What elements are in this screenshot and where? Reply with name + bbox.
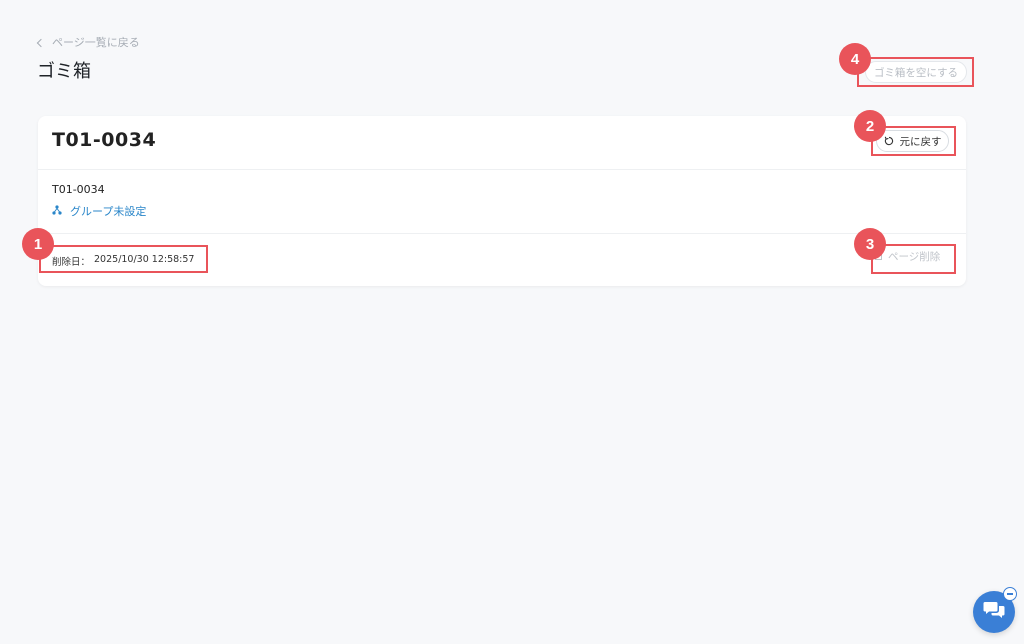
minus-icon [1007,593,1013,595]
page-title: ゴミ箱 [37,61,91,82]
annotation-badge-1: 1 [22,228,54,260]
annotation-badge-4: 4 [839,43,871,75]
card-title: T01-0034 [52,129,157,151]
divider [38,233,966,234]
empty-trash-button[interactable]: ゴミ箱を空にする [865,61,967,83]
restore-button[interactable]: 元に戻す [876,130,949,152]
group-icon [52,204,62,218]
restore-icon [884,136,894,146]
deleted-date: 削除日： 2025/10/30 12:58:57 [52,254,194,268]
group-link[interactable]: グループ未設定 [52,203,146,219]
delete-page-label: ページ削除 [888,251,941,263]
back-to-page-list-link[interactable]: ページ一覧に戻る [36,34,140,50]
trash-page: ページ一覧に戻る ゴミ箱 ゴミ箱を空にする T01-0034 T01-0034 … [0,0,1024,644]
trash-item-card: T01-0034 T01-0034 グループ未設定 削除日： 2025/10/3… [38,116,966,286]
chat-bubbles-icon [983,600,1005,624]
chevron-left-icon [36,38,46,47]
card-subtitle: T01-0034 [52,183,105,196]
back-link-label: ページ一覧に戻る [52,36,140,49]
empty-trash-label: ゴミ箱を空にする [873,66,959,79]
annotation-badge-2: 2 [854,110,886,142]
restore-label: 元に戻す [899,135,942,148]
deleted-date-label: 削除日： [52,257,91,268]
chat-minimize-button[interactable] [1003,587,1017,601]
divider [38,169,966,170]
deleted-date-value: 2025/10/30 12:58:57 [94,254,195,265]
group-label: グループ未設定 [70,205,147,218]
annotation-badge-3: 3 [854,228,886,260]
